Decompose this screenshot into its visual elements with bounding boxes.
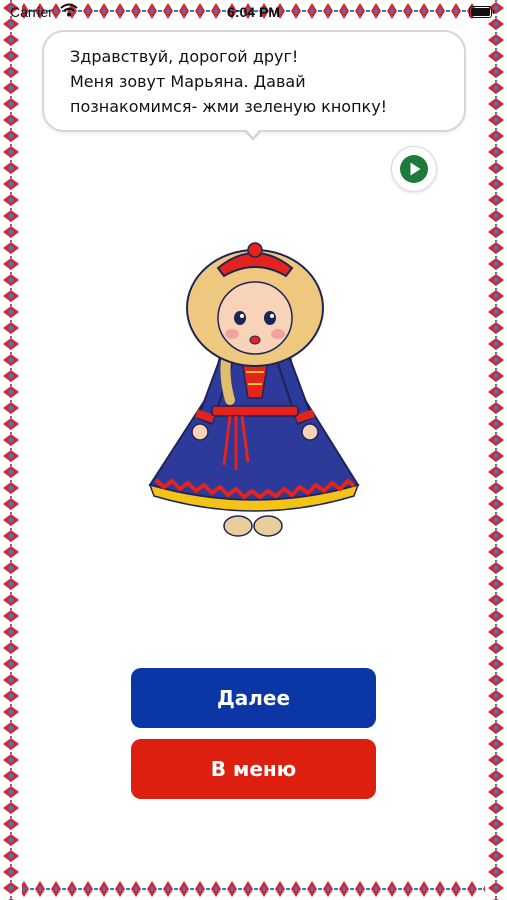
- status-bar: Carrier 6:04 PM: [0, 0, 507, 26]
- bubble-tail-fill: [246, 129, 260, 137]
- ornament-border-right: [485, 0, 507, 900]
- next-button[interactable]: Далее: [131, 668, 376, 728]
- play-icon: [400, 155, 428, 183]
- bubble-line-1: Здравствуй, дорогой друг!: [70, 47, 299, 66]
- ornament-border-left: [0, 0, 22, 900]
- battery-icon: [469, 6, 495, 22]
- bubble-line-3: познакомимся- жми зеленую кнопку!: [70, 97, 388, 116]
- bubble-line-2: Меня зовут Марьяна. Давай: [70, 72, 306, 91]
- character-illustration: [140, 240, 370, 545]
- speech-bubble: Здравствуй, дорогой друг! Меня зовут Мар…: [42, 30, 466, 132]
- menu-button[interactable]: В меню: [131, 739, 376, 799]
- play-audio-button[interactable]: [391, 146, 437, 192]
- ornament-border-bottom: [0, 878, 507, 900]
- status-time: 6:04 PM: [227, 4, 280, 20]
